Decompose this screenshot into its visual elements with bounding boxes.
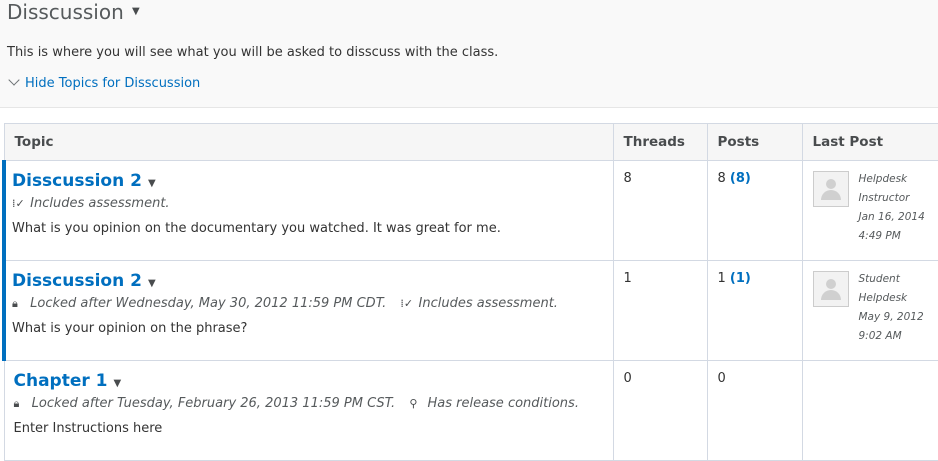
caret-down-icon[interactable]: ▼ (114, 378, 122, 389)
topic-description: What is you opinion on the documentary y… (12, 221, 501, 236)
last-post-time: 9:02 AM (858, 330, 902, 342)
last-post-date: Jan 16, 2014 (858, 211, 925, 223)
posts-cell: 0 (707, 360, 803, 461)
threads-count: 1 (613, 260, 708, 361)
lock-icon: 🔒︎ (12, 297, 18, 310)
chevron-down-icon (8, 74, 20, 86)
last-post-author: Student (858, 273, 900, 285)
threads-count: 8 (613, 160, 708, 261)
release-conditions-icon: ⚲ (409, 397, 418, 410)
caret-down-icon[interactable]: ▼ (132, 6, 140, 17)
last-post-role: Helpdesk (858, 292, 908, 304)
posts-count: 0 (717, 371, 726, 386)
caret-down-icon[interactable]: ▼ (148, 178, 156, 189)
threads-count: 0 (613, 360, 708, 461)
last-post-cell: Helpdesk Instructor Jan 16, 2014 4:49 PM (802, 160, 938, 261)
assessment-icon: ⁞✓ (12, 197, 25, 210)
col-last-post-header: Last Post (802, 123, 938, 161)
col-topic-header: Topic (3, 123, 614, 161)
page-header: Disscussion ▼ This is where you will see… (0, 0, 938, 108)
posts-count: 8 (717, 171, 726, 186)
table-header-row: Topic Threads Posts Last Post (3, 123, 938, 161)
avatar-icon (812, 271, 849, 307)
unread-posts-link[interactable]: (1) (730, 271, 751, 286)
topic-meta: 🔒︎ Locked after Tuesday, February 26, 20… (14, 396, 603, 412)
topic-title-link[interactable]: Disscussion 2 (12, 171, 142, 191)
topic-meta: 🔒︎ Locked after Wednesday, May 30, 2012 … (12, 296, 603, 312)
col-threads-header: Threads (613, 123, 708, 161)
topic-title-link[interactable]: Disscussion 2 (12, 271, 142, 291)
assessment-text: Includes assessment. (30, 196, 170, 211)
locked-text: Locked after Wednesday, May 30, 2012 11:… (30, 296, 387, 311)
topic-description: What is your opinion on the phrase? (12, 321, 248, 336)
assessment-icon: ⁞✓ (400, 297, 414, 310)
last-post-cell: Student Helpdesk May 9, 2012 9:02 AM (802, 260, 938, 361)
forum-description: This is where you will see what you will… (7, 45, 499, 60)
topic-title-link[interactable]: Chapter 1 (14, 371, 108, 391)
table-row: Disscussion 2 ▼ 🔒︎ Locked after Wednesday… (2, 260, 938, 361)
posts-cell: 1 (1) (707, 260, 803, 361)
page-title: Disscussion (7, 0, 124, 24)
col-posts-header: Posts (707, 123, 803, 161)
table-row: Chapter 1 ▼ 🔒︎ Locked after Tuesday, Febr… (3, 360, 938, 461)
unread-posts-link[interactable]: (8) (730, 171, 751, 186)
topic-cell: Chapter 1 ▼ 🔒︎ Locked after Tuesday, Febr… (3, 360, 614, 461)
avatar-icon (812, 171, 849, 207)
caret-down-icon[interactable]: ▼ (148, 278, 156, 289)
topic-meta: ⁞✓ Includes assessment. (12, 196, 603, 212)
locked-text: Locked after Tuesday, February 26, 2013 … (31, 396, 396, 411)
posts-cell: 8 (8) (707, 160, 803, 261)
last-post-role: Instructor (858, 192, 910, 204)
posts-count: 1 (717, 271, 726, 286)
last-post-cell (802, 360, 938, 461)
hide-topics-link[interactable]: Hide Topics for Disscussion (8, 74, 201, 91)
topic-cell: Disscussion 2 ▼ 🔒︎ Locked after Wednesday… (2, 260, 614, 361)
assessment-text: Includes assessment. (418, 296, 558, 311)
table-row: Disscussion 2 ▼ ⁞✓ Includes assessment. W… (2, 160, 938, 261)
last-post-date: May 9, 2012 (858, 311, 924, 323)
lock-icon: 🔒︎ (13, 397, 20, 410)
topic-description: Enter Instructions here (13, 421, 163, 436)
topic-cell: Disscussion 2 ▼ ⁞✓ Includes assessment. W… (2, 160, 614, 261)
last-post-time: 4:49 PM (858, 230, 901, 242)
topics-table: Topic Threads Posts Last Post Disscussio… (2, 123, 938, 461)
last-post-author: Helpdesk (858, 173, 908, 185)
release-conditions-text: Has release conditions. (427, 396, 579, 411)
hide-topics-label: Hide Topics for Disscussion (25, 76, 201, 91)
